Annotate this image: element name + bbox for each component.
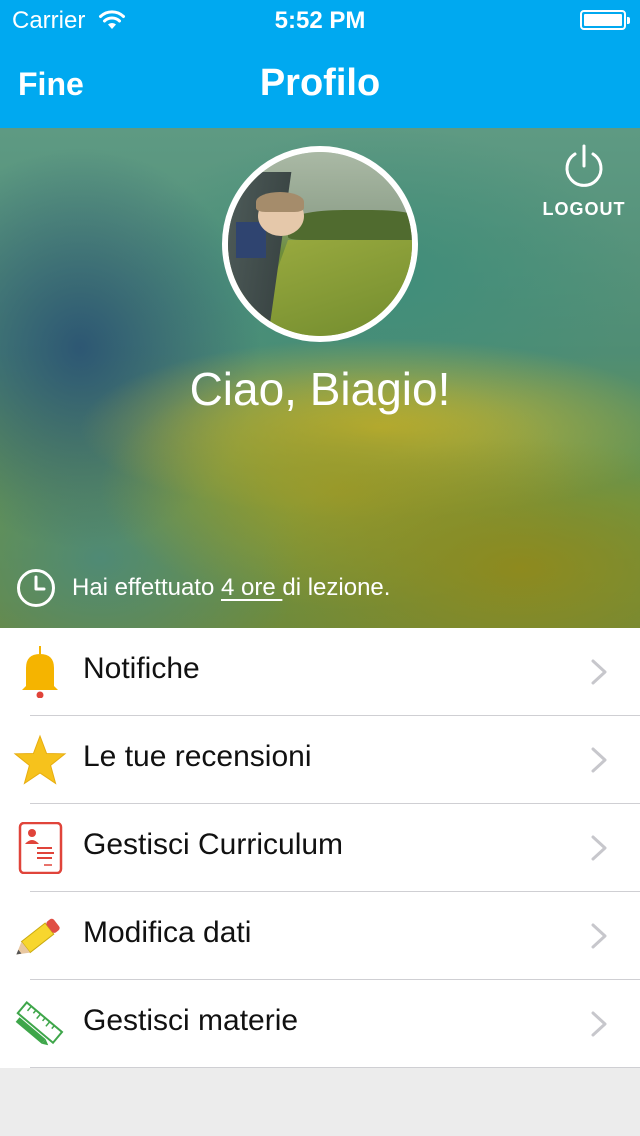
star-icon: [13, 734, 67, 785]
done-button[interactable]: Fine: [18, 66, 84, 103]
lessons-summary: Hai effettuato 4 ore di lezione.: [16, 568, 390, 608]
menu-item-reviews[interactable]: Le tue recensioni: [0, 716, 640, 804]
logout-button[interactable]: LOGOUT: [536, 144, 632, 220]
bell-icon: [22, 646, 58, 698]
page-title: Profilo: [259, 62, 381, 104]
pencil-icon: [16, 918, 60, 955]
power-icon: [562, 144, 606, 194]
chevron-right-icon: [591, 835, 607, 861]
lessons-suffix: di lezione.: [282, 574, 391, 601]
menu-item-label: Notifiche: [83, 652, 200, 685]
menu-item-notifications[interactable]: Notifiche: [0, 628, 640, 716]
ruler-pencil-icon: [15, 1001, 64, 1046]
menu-item-label: Gestisci materie: [83, 1004, 299, 1037]
profile-header: LOGOUT Ciao, Biagio! Hai effettuato 4 or…: [0, 128, 640, 628]
menu-item-edit-data[interactable]: Modifica dati: [0, 892, 640, 980]
menu-item-curriculum[interactable]: Gestisci Curriculum: [0, 804, 640, 892]
chevron-right-icon: [591, 1011, 607, 1037]
greeting-text: Ciao, Biagio!: [189, 363, 451, 415]
status-bar: Carrier 5:52 PM: [0, 0, 640, 40]
logout-label: LOGOUT: [542, 199, 626, 219]
menu-item-label: Gestisci Curriculum: [83, 828, 344, 861]
clock-icon: [17, 569, 55, 607]
menu-item-label: Le tue recensioni: [83, 740, 312, 773]
menu-item-label: Modifica dati: [83, 916, 252, 949]
lessons-hours-link[interactable]: 4 ore: [221, 574, 282, 602]
battery-icon: [580, 10, 630, 30]
chevron-right-icon: [591, 659, 607, 685]
chevron-right-icon: [591, 923, 607, 949]
avatar[interactable]: [222, 146, 418, 342]
lessons-prefix: Hai effettuato: [72, 574, 221, 601]
menu-item-subjects[interactable]: Gestisci materie: [0, 980, 640, 1068]
profile-menu: Notifiche Le tue recensioni Gestisci Cur…: [0, 628, 640, 1068]
top-bar: Carrier 5:52 PM Fine Profilo: [0, 0, 640, 128]
chevron-right-icon: [591, 747, 607, 773]
resume-icon: [18, 822, 63, 874]
status-time: 5:52 PM: [274, 7, 366, 34]
